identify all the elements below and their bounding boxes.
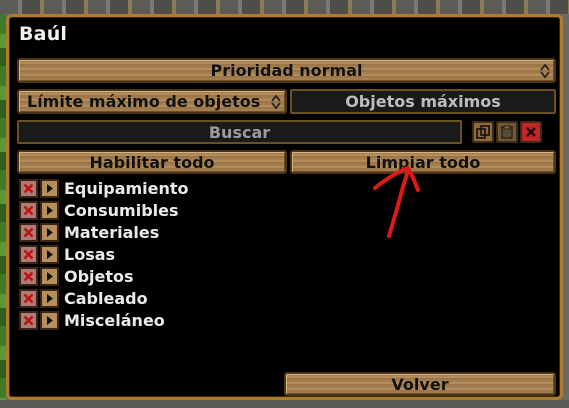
category-label: Cableado — [64, 289, 148, 308]
red-x-icon[interactable] — [19, 267, 38, 286]
category-label: Materiales — [64, 223, 160, 242]
expand-triangle-icon[interactable] — [40, 289, 59, 308]
max-objects-placeholder: Objetos máximos — [345, 92, 501, 111]
limit-dropdown[interactable]: Límite máximo de objetos — [17, 89, 287, 114]
search-placeholder: Buscar — [208, 122, 271, 142]
max-objects-field[interactable]: Objetos máximos — [290, 89, 556, 114]
limit-label: Límite máximo de objetos — [27, 92, 261, 111]
expand-triangle-icon[interactable] — [40, 201, 59, 220]
red-x-icon[interactable] — [19, 311, 38, 330]
category-label: Equipamiento — [64, 179, 189, 198]
red-x-icon[interactable] — [19, 201, 38, 220]
category-row-consumables: Consumibles — [19, 200, 319, 222]
back-label: Volver — [391, 374, 449, 394]
chest-window: Baúl Prioridad normal Límite máximo de o… — [6, 14, 563, 400]
expand-triangle-icon[interactable] — [40, 311, 59, 330]
category-row-misc: Misceláneo — [19, 310, 319, 332]
up-down-arrow-icon — [540, 63, 550, 79]
game-world-bottom — [0, 400, 569, 408]
expand-triangle-icon[interactable] — [40, 223, 59, 242]
copy-icon — [476, 125, 490, 139]
close-icon — [526, 127, 536, 137]
game-world-top — [0, 0, 569, 14]
category-row-materials: Materiales — [19, 222, 319, 244]
expand-triangle-icon[interactable] — [40, 267, 59, 286]
expand-triangle-icon[interactable] — [40, 245, 59, 264]
paste-icon — [501, 125, 513, 139]
category-label: Objetos — [64, 267, 134, 286]
expand-triangle-icon[interactable] — [40, 179, 59, 198]
priority-label: Prioridad normal — [210, 61, 363, 80]
priority-dropdown[interactable]: Prioridad normal — [17, 58, 556, 83]
search-input[interactable]: Buscar — [17, 120, 462, 144]
paste-button[interactable] — [496, 121, 518, 143]
clear-all-button[interactable]: Limpiar todo — [290, 150, 556, 174]
close-button[interactable] — [520, 121, 542, 143]
category-label: Losas — [64, 245, 116, 264]
red-x-icon[interactable] — [19, 289, 38, 308]
category-row-objects: Objetos — [19, 266, 319, 288]
category-label: Misceláneo — [64, 311, 165, 330]
clear-all-label: Limpiar todo — [365, 152, 481, 172]
red-x-icon[interactable] — [19, 223, 38, 242]
category-row-wiring: Cableado — [19, 288, 319, 310]
copy-button[interactable] — [472, 121, 494, 143]
category-row-tiles: Losas — [19, 244, 319, 266]
red-x-icon[interactable] — [19, 179, 38, 198]
category-row-equipment: Equipamiento — [19, 178, 319, 200]
window-title: Baúl — [19, 23, 68, 45]
category-label: Consumibles — [64, 201, 179, 220]
enable-all-label: Habilitar todo — [89, 152, 215, 172]
up-down-arrow-icon — [271, 94, 281, 110]
back-button[interactable]: Volver — [284, 372, 556, 396]
enable-all-button[interactable]: Habilitar todo — [17, 150, 287, 174]
red-x-icon[interactable] — [19, 245, 38, 264]
